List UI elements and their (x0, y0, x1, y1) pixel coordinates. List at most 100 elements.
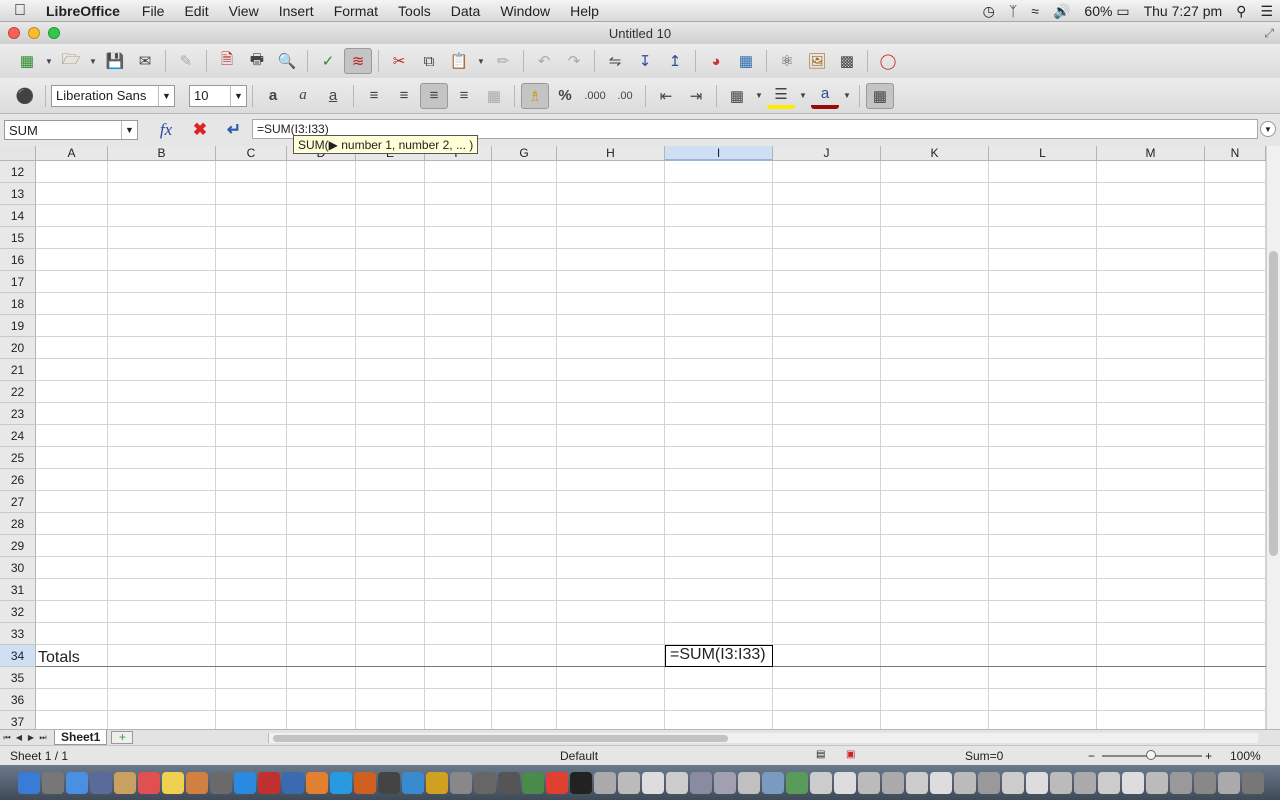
dock-app-icon[interactable] (90, 771, 112, 794)
row-header-35[interactable]: 35 (0, 667, 36, 689)
row-header-25[interactable]: 25 (0, 447, 36, 469)
fullscreen-icon[interactable]: ⤢ (1264, 26, 1274, 41)
dock-app-icon[interactable] (138, 771, 160, 794)
bold-icon[interactable]: a (259, 83, 287, 109)
column-header-k[interactable]: K (881, 146, 989, 161)
gallery-icon[interactable]: 🖼 (803, 48, 831, 74)
column-header-j[interactable]: J (773, 146, 881, 161)
dock-app-icon[interactable] (258, 771, 280, 794)
clone-formatting-icon[interactable]: ✏ (489, 48, 517, 74)
new-dropdown-icon[interactable]: ▼ (43, 48, 55, 74)
dock-app-icon[interactable] (810, 771, 832, 794)
dock-app-icon[interactable] (1098, 771, 1120, 794)
column-header-m[interactable]: M (1097, 146, 1205, 161)
notification-center-icon[interactable]: ☰ (1253, 3, 1280, 20)
wifi-icon[interactable]: ≈ (1024, 3, 1046, 19)
menu-file[interactable]: File (132, 3, 175, 19)
dock-app-icon[interactable] (978, 771, 1000, 794)
data-sources-icon[interactable]: ▩ (833, 48, 861, 74)
dock-app-icon[interactable] (618, 771, 640, 794)
battery-status[interactable]: 60% ▭ (1077, 3, 1136, 20)
row-header-30[interactable]: 30 (0, 557, 36, 579)
dock-app-icon[interactable] (234, 771, 256, 794)
chevron-down-icon[interactable]: ▼ (158, 85, 174, 106)
dock-app-icon[interactable] (954, 771, 976, 794)
row-header-22[interactable]: 22 (0, 381, 36, 403)
navigator-icon[interactable]: ⚛ (773, 48, 801, 74)
dock-app-icon[interactable] (114, 771, 136, 794)
row-header-12[interactable]: 12 (0, 161, 36, 183)
export-pdf-icon[interactable]: 🗎 (213, 48, 241, 74)
dock-app-icon[interactable] (1170, 771, 1192, 794)
spotlight-icon[interactable]: ⚲ (1229, 3, 1253, 20)
italic-icon[interactable]: a (289, 83, 317, 109)
font-name-combo[interactable]: Liberation Sans ▼ (51, 84, 175, 107)
dock-app-icon[interactable] (18, 771, 40, 794)
menu-data[interactable]: Data (441, 3, 491, 19)
borders-icon[interactable]: ▦ (723, 83, 751, 109)
function-wizard-icon[interactable]: fx (153, 118, 179, 142)
menu-help[interactable]: Help (560, 3, 609, 19)
increase-indent-icon[interactable]: ⇥ (682, 83, 710, 109)
zoom-window-button[interactable] (48, 27, 60, 39)
chart-icon[interactable]: ◕ (702, 48, 730, 74)
dock-app-icon[interactable] (402, 771, 424, 794)
dock-app-icon[interactable] (546, 771, 568, 794)
autospellcheck-icon[interactable]: ≋ (344, 48, 372, 74)
dock-app-icon[interactable] (1146, 771, 1168, 794)
font-size-combo[interactable]: 10 ▼ (189, 84, 247, 107)
row-header-21[interactable]: 21 (0, 359, 36, 381)
row-header-17[interactable]: 17 (0, 271, 36, 293)
decrease-indent-icon[interactable]: ⇤ (652, 83, 680, 109)
copy-icon[interactable]: ⧉ (415, 48, 443, 74)
row-header-14[interactable]: 14 (0, 205, 36, 227)
column-header-i[interactable]: I (665, 146, 773, 161)
page-style[interactable]: Default (560, 749, 598, 763)
edit-file-icon[interactable]: ✎ (172, 48, 200, 74)
dock-app-icon[interactable] (1026, 771, 1048, 794)
print-preview-icon[interactable]: 🔍 (273, 48, 301, 74)
dock-app-icon[interactable] (1074, 771, 1096, 794)
dock-app-icon[interactable] (1122, 771, 1144, 794)
bluetooth-icon[interactable]: ᛉ (1002, 3, 1024, 19)
column-header-h[interactable]: H (557, 146, 665, 161)
font-color-dropdown-icon[interactable]: ▼ (841, 83, 853, 109)
row-header-27[interactable]: 27 (0, 491, 36, 513)
menu-edit[interactable]: Edit (174, 3, 218, 19)
chevron-down-icon[interactable]: ▼ (121, 121, 137, 139)
row-header-15[interactable]: 15 (0, 227, 36, 249)
sum-display[interactable]: Sum=0 (965, 749, 1003, 763)
vertical-scrollbar[interactable] (1266, 146, 1280, 729)
dock-app-icon[interactable] (306, 771, 328, 794)
align-right-icon[interactable]: ≡ (420, 82, 448, 109)
row-header-19[interactable]: 19 (0, 315, 36, 337)
align-left-icon[interactable]: ≡ (360, 83, 388, 109)
dock-app-icon[interactable] (426, 771, 448, 794)
next-sheet-icon[interactable]: ▶ (26, 732, 36, 744)
redo-icon[interactable]: ↷ (560, 48, 588, 74)
app-menu[interactable]: LibreOffice (40, 3, 132, 19)
dock-app-icon[interactable] (1194, 771, 1216, 794)
dock-app-icon[interactable] (450, 771, 472, 794)
dock-app-icon[interactable] (1050, 771, 1072, 794)
row-header-31[interactable]: 31 (0, 579, 36, 601)
zoom-out-icon[interactable]: − (1088, 749, 1095, 763)
accept-formula-icon[interactable]: ↵ (221, 118, 247, 142)
help-icon[interactable]: ◯ (874, 48, 902, 74)
dock-app-icon[interactable] (762, 771, 784, 794)
menu-tools[interactable]: Tools (388, 3, 441, 19)
select-all-corner[interactable] (0, 146, 36, 161)
dock-app-icon[interactable] (642, 771, 664, 794)
paste-dropdown-icon[interactable]: ▼ (475, 48, 487, 74)
cell-a34[interactable]: Totals (38, 649, 80, 667)
paste-icon[interactable]: 📋 (445, 48, 473, 74)
clock[interactable]: Thu 7:27 pm (1137, 3, 1230, 19)
column-header-b[interactable]: B (108, 146, 216, 161)
undo-icon[interactable]: ↶ (530, 48, 558, 74)
row-header-34[interactable]: 34 (0, 645, 36, 667)
row-header-37[interactable]: 37 (0, 711, 36, 729)
zoom-level[interactable]: 100% (1230, 749, 1261, 763)
selection-mode-icon[interactable]: ▤ (816, 749, 825, 760)
row-header-20[interactable]: 20 (0, 337, 36, 359)
dock-app-icon[interactable] (834, 771, 856, 794)
